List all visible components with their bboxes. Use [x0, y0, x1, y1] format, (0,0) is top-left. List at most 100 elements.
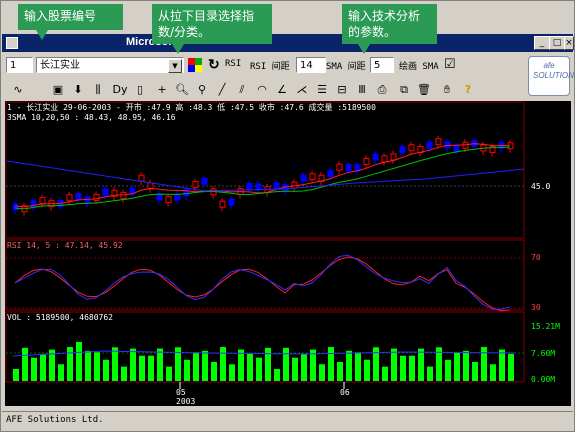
volume-bar [400, 355, 406, 381]
candle [12, 203, 19, 211]
crosshair-icon[interactable]: + [153, 81, 171, 99]
maximize-button[interactable]: □ [549, 36, 565, 50]
candle [84, 196, 91, 204]
refresh-icon[interactable]: ↻ [208, 56, 220, 73]
candle [390, 153, 397, 161]
zoom-in-icon[interactable]: 🔍︎ [173, 81, 191, 99]
copy-icon[interactable]: ⧉ [395, 81, 413, 99]
volume-bar [166, 366, 172, 381]
volume-bar [58, 364, 64, 381]
close-button[interactable]: × [564, 36, 574, 50]
app-window: Microsoft _ □ × 1 长江实业 ▼ ↻ RSI RSI 间距 14… [0, 0, 575, 432]
sma-interval-input[interactable]: 5 [370, 57, 394, 73]
delete-icon[interactable]: 🗑︎ [415, 81, 433, 99]
candle [165, 195, 172, 203]
candle [75, 193, 82, 201]
index-select[interactable]: 长江实业 ▼ [36, 57, 184, 73]
candle [345, 164, 352, 172]
rsi-line [14, 256, 511, 312]
volume-bar [319, 364, 325, 381]
rsi-panel [5, 239, 525, 311]
candle [174, 193, 181, 201]
volume-bar [409, 355, 415, 381]
candle [219, 200, 226, 208]
volume-bar [13, 369, 19, 381]
volume-bar [85, 350, 91, 381]
arc-icon[interactable]: ◠ [253, 81, 271, 99]
volume-bar [202, 350, 208, 381]
page-icon[interactable]: ▯ [131, 81, 149, 99]
volume-bar [31, 357, 37, 381]
candle [381, 155, 388, 163]
dividend-icon[interactable]: Dy [111, 81, 129, 99]
price-panel [5, 101, 525, 239]
vol-tick-zero: 0.00M [531, 375, 556, 384]
minimize-button[interactable]: _ [534, 36, 550, 50]
rsi-signal-line [14, 254, 511, 310]
candle [408, 144, 415, 152]
stock-code-input[interactable]: 1 [6, 57, 33, 73]
x-year: 2003 [176, 397, 196, 406]
stock-chart[interactable]: 1 - 长江实业 29-06-2003 - 开市 :47.9 高 :48.3 低… [5, 101, 571, 406]
volume-bar [283, 347, 289, 381]
help-icon[interactable]: ? [459, 81, 477, 99]
volume-bar [256, 357, 262, 381]
zoom-icon[interactable]: ⬇ [69, 81, 87, 99]
trendline-icon[interactable]: ╱ [213, 81, 231, 99]
candle [228, 198, 235, 206]
hand-icon[interactable]: ✋︎ [438, 81, 456, 99]
volume-bar [67, 347, 73, 381]
status-bar: AFE Solutions Ltd. [2, 411, 573, 430]
candle [93, 193, 100, 201]
candle [147, 182, 154, 190]
volume-bar [355, 352, 361, 381]
candle [246, 182, 253, 190]
fan-lines-icon[interactable]: ⋌ [293, 81, 311, 99]
volume-bar [391, 348, 397, 381]
rsi-interval-label: RSI 间距 [250, 62, 290, 72]
x-month-06: 06 [340, 388, 350, 397]
volume-bar [382, 366, 388, 381]
volume-bar [211, 361, 217, 381]
candle [300, 174, 307, 182]
candle [399, 146, 406, 154]
line-chart-icon[interactable]: ∿ [9, 81, 27, 99]
volume-bar [463, 350, 469, 381]
callout-index-select: 从拉下目录选择指数/分类。 [152, 4, 272, 54]
candle [453, 144, 460, 152]
volume-bar [337, 361, 343, 381]
volume-bar [139, 355, 145, 381]
fibonacci-icon[interactable]: ☰ [313, 81, 331, 99]
volume-bar [229, 364, 235, 381]
volume-bar [265, 347, 271, 381]
status-text: AFE Solutions Ltd. [6, 415, 104, 425]
volume-bar [445, 359, 451, 381]
volume-bar [148, 355, 154, 381]
color-grid-icon[interactable] [188, 58, 202, 72]
volume-bar [94, 352, 100, 381]
volume-bar [22, 347, 28, 381]
vol-tick-mid: 7.60M [531, 349, 556, 358]
print-icon[interactable]: ⎙ [373, 81, 391, 99]
candle [273, 182, 280, 190]
chevron-down-icon[interactable]: ▼ [168, 59, 182, 73]
zoom-out-icon[interactable]: ⚲ [193, 81, 211, 99]
price-tick: 45.0 [531, 182, 551, 191]
afe-logo: afe SOLUTIONS [528, 56, 575, 96]
volume-bar [40, 353, 46, 381]
rsi-label: RSI [225, 59, 242, 69]
volume-bar [472, 361, 478, 381]
candle [120, 192, 127, 200]
bars-icon[interactable]: ⫼ [89, 81, 107, 99]
fan-icon[interactable]: ∠ [273, 81, 291, 99]
candle [327, 169, 334, 177]
candle [138, 174, 145, 182]
candlestick-icon[interactable]: ▣ [49, 81, 67, 99]
rsi-interval-input[interactable]: 14 [296, 57, 326, 73]
volume-bar [481, 347, 487, 381]
cycle-icon[interactable]: Ⅲ [353, 81, 371, 99]
draw-sma-checkbox[interactable]: ☑ [444, 56, 456, 72]
candle [372, 153, 379, 161]
channel-icon[interactable]: ⫽ [233, 81, 251, 99]
speed-lines-icon[interactable]: ⊟ [333, 81, 351, 99]
